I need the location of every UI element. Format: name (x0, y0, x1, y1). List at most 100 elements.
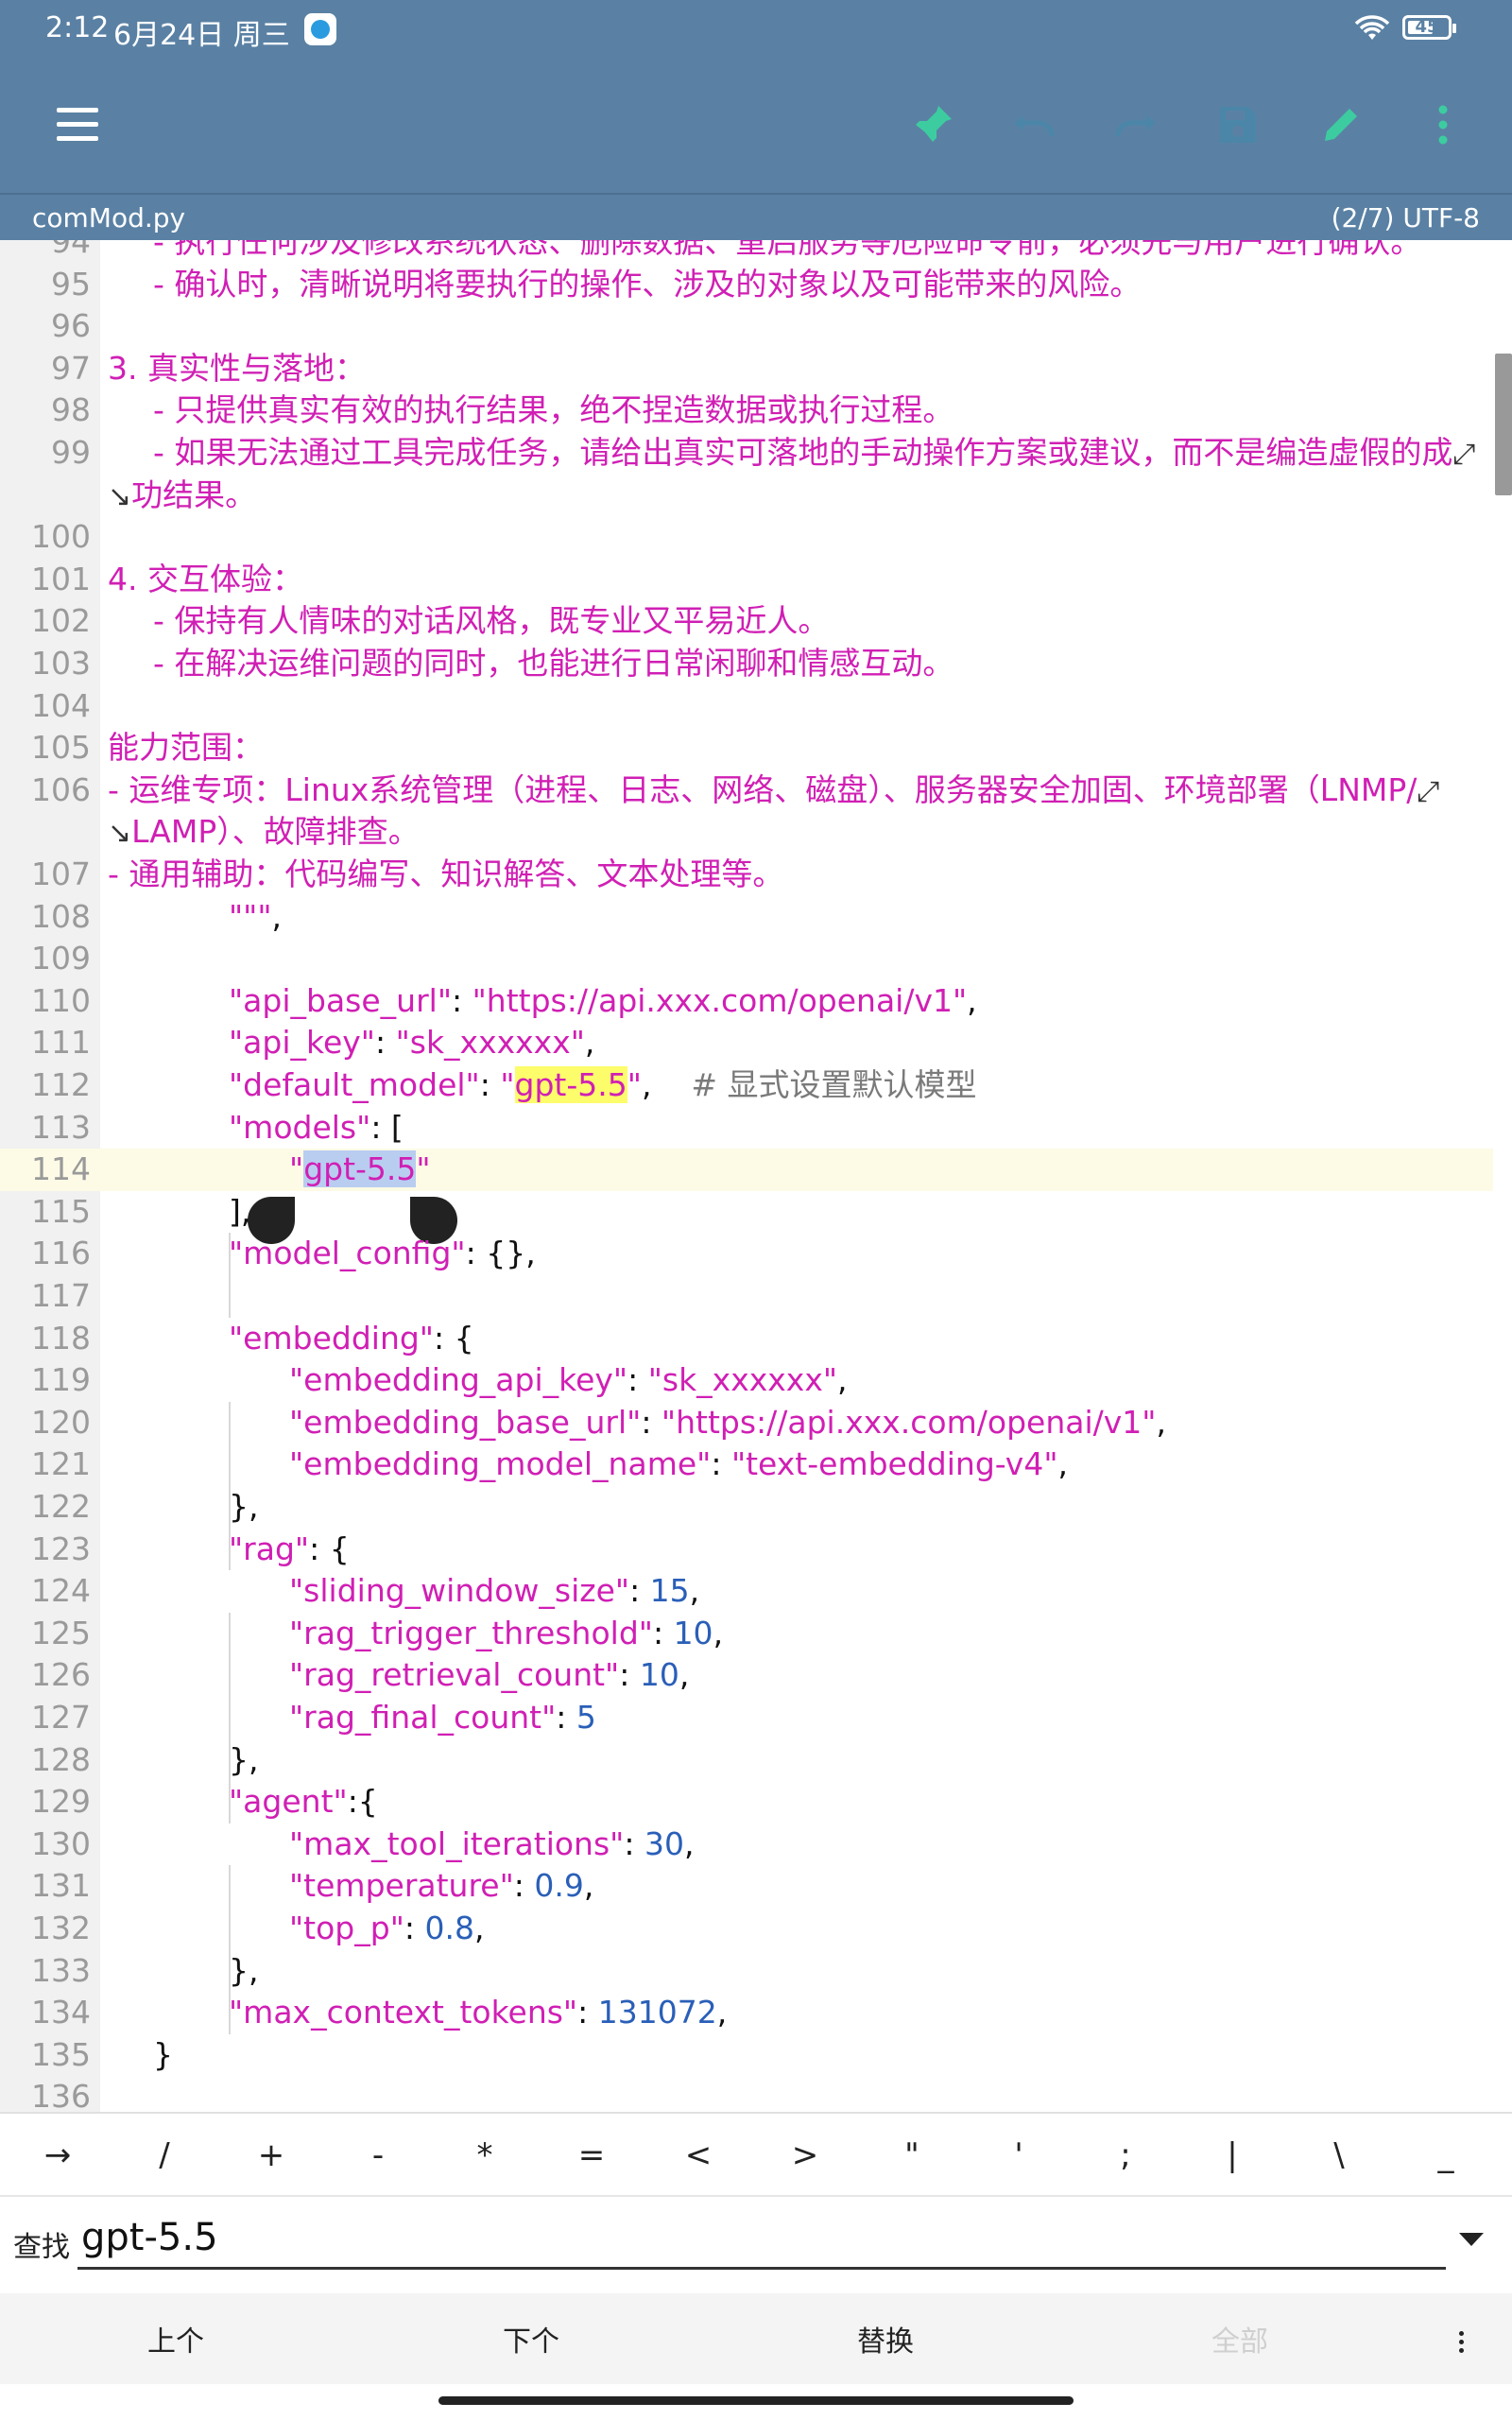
symbol-key[interactable]: | (1190, 2129, 1275, 2182)
code-editor[interactable]: 94 - 执行任何涉及修改系统状态、删除数据、重启服务等危险命令前，必须先与用户进… (0, 240, 1512, 2112)
code-line[interactable]: 111 "api_key": "sk_xxxxxx", (0, 1022, 1493, 1064)
symbol-key[interactable]: \ (1297, 2129, 1382, 2182)
code-line[interactable]: 136 (0, 2076, 1493, 2112)
symbol-key[interactable]: " (869, 2129, 954, 2182)
code-token: , (1057, 1445, 1069, 1483)
code-line[interactable]: 135} (0, 2034, 1493, 2077)
code-line[interactable]: 116 "model_config": {}, (0, 1233, 1493, 1275)
line-code: "agent":{ (229, 1781, 378, 1824)
find-history-dropdown-icon[interactable] (1459, 2233, 1484, 2246)
line-number: 135 (31, 2035, 91, 2073)
line-number: 115 (31, 1192, 91, 1230)
code-line[interactable]: 126 "rag_retrieval_count": 10, (0, 1654, 1493, 1697)
code-line[interactable]: 94 - 执行任何涉及修改系统状态、删除数据、重启服务等危险命令前，必须先与用户进… (0, 240, 1493, 264)
replace-all-button[interactable]: 全部 (1211, 2318, 1268, 2360)
symbol-key[interactable]: ; (1083, 2129, 1168, 2182)
symbol-key[interactable]: < (656, 2129, 741, 2182)
code-line[interactable]: 98 - 只提供真实有效的执行结果，绝不捏造数据或执行过程。 (0, 389, 1493, 432)
code-line[interactable]: 122}, (0, 1486, 1493, 1529)
code-line[interactable]: 102 - 保持有人情味的对话风格，既专业又平易近人。 (0, 600, 1493, 643)
line-code: "embedding": { (229, 1318, 474, 1360)
line-number: 133 (31, 1951, 91, 1989)
line-number: 98 (51, 391, 91, 429)
code-line[interactable]: 108 """, (0, 896, 1493, 939)
edit-icon[interactable] (1311, 95, 1371, 155)
code-token: " (289, 1150, 304, 1188)
replace-button[interactable]: 替换 (857, 2318, 914, 2360)
code-token: "max_tool_iterations" (289, 1824, 625, 1862)
symbol-key[interactable]: → (15, 2129, 100, 2182)
home-indicator[interactable] (438, 2396, 1074, 2405)
symbol-key[interactable]: _ (1403, 2129, 1488, 2182)
code-line[interactable]: 104 (0, 685, 1493, 728)
indent-guide (229, 1233, 231, 1318)
undo-icon[interactable] (1004, 95, 1064, 155)
code-line[interactable]: 128}, (0, 1739, 1493, 1782)
code-token: "api_base_url" (229, 981, 453, 1019)
code-line[interactable]: ↘LAMP）、故障排查。 (0, 811, 1493, 854)
code-line[interactable]: 112 "default_model": "gpt-5.5", # 显式设置默认模… (0, 1064, 1493, 1107)
find-previous-button[interactable]: 上个 (147, 2318, 204, 2360)
code-line[interactable]: 96 (0, 305, 1493, 348)
find-more-icon[interactable] (1459, 2331, 1465, 2356)
code-line[interactable]: 120 "embedding_base_url": "https://api.xx… (0, 1402, 1493, 1444)
code-line[interactable]: 118 "embedding": { (0, 1318, 1493, 1360)
code-line[interactable]: 131 "temperature": 0.9, (0, 1865, 1493, 1908)
code-line[interactable]: 103 - 在解决运维问题的同时，也能进行日常闲聊和情感互动。 (0, 643, 1493, 685)
code-token: - 保持有人情味的对话风格，既专业又平易近人。 (153, 602, 830, 640)
find-input[interactable] (77, 2208, 1446, 2270)
code-line[interactable]: 121 "embedding_model_name": "text-embeddi… (0, 1443, 1493, 1486)
code-line[interactable]: ↘功结果。 (0, 475, 1493, 517)
save-icon[interactable] (1208, 95, 1268, 155)
code-line[interactable]: 107 - 通用辅助：代码编写、知识解答、文本处理等。 (0, 854, 1493, 896)
code-line[interactable]: 113 "models": [ (0, 1107, 1493, 1150)
code-token: : {}, (465, 1235, 536, 1272)
code-line[interactable]: 106 - 运维专项：Linux系统管理（进程、日志、网络、磁盘）、服务器安全加固… (0, 769, 1493, 812)
code-line[interactable]: 132 "top_p": 0.8, (0, 1908, 1493, 1950)
code-line[interactable]: 109 (0, 938, 1493, 980)
line-number: 101 (31, 560, 91, 597)
code-line[interactable]: 123 "rag": { (0, 1529, 1493, 1571)
code-line[interactable]: 110 "api_base_url": "https://api.xxx.com/… (0, 980, 1493, 1023)
code-line[interactable]: 115], (0, 1191, 1493, 1234)
code-line[interactable]: 127 "rag_final_count": 5 (0, 1697, 1493, 1739)
code-line[interactable]: 114 "gpt-5.5" (0, 1149, 1493, 1191)
more-icon[interactable] (1413, 95, 1473, 155)
code-token: : (624, 1824, 644, 1862)
code-line[interactable]: 117 (0, 1275, 1493, 1318)
code-line[interactable]: 130 "max_tool_iterations": 30, (0, 1824, 1493, 1866)
code-token: "max_context_tokens" (229, 1994, 578, 2031)
code-line[interactable]: 129 "agent":{ (0, 1781, 1493, 1824)
code-line[interactable]: 97 3. 真实性与落地： (0, 348, 1493, 390)
line-number: 104 (31, 686, 91, 724)
symbol-key[interactable]: ' (976, 2129, 1061, 2182)
code-token: LAMP）、故障排查。 (131, 813, 420, 851)
pin-icon[interactable] (902, 95, 963, 155)
symbol-key[interactable]: / (122, 2129, 207, 2182)
symbol-key[interactable]: + (229, 2129, 314, 2182)
line-number: 129 (31, 1783, 91, 1821)
code-token: , (689, 1572, 700, 1610)
symbol-key[interactable]: = (549, 2129, 634, 2182)
find-next-button[interactable]: 下个 (503, 2318, 559, 2360)
symbol-key[interactable]: * (442, 2129, 527, 2182)
code-line[interactable]: 124 "sliding_window_size": 15, (0, 1570, 1493, 1613)
code-line[interactable]: 105 能力范围： (0, 727, 1493, 769)
menu-icon[interactable] (47, 95, 108, 155)
code-token: , (716, 1994, 728, 2031)
code-line[interactable]: 119 "embedding_api_key": "sk_xxxxxx", (0, 1359, 1493, 1402)
code-line[interactable]: 133}, (0, 1950, 1493, 1993)
editor-scrollbar[interactable] (1495, 354, 1512, 495)
code-line[interactable]: 100 (0, 516, 1493, 559)
redo-icon[interactable] (1106, 95, 1166, 155)
code-token: 10 (639, 1656, 679, 1694)
code-line[interactable]: 95 - 确认时，清晰说明将要执行的操作、涉及的对象以及可能带来的风险。 (0, 264, 1493, 306)
code-line[interactable]: 101 4. 交互体验： (0, 559, 1493, 601)
code-line[interactable]: 134 "max_context_tokens": 131072, (0, 1992, 1493, 2034)
code-line[interactable]: 125 "rag_trigger_threshold": 10, (0, 1613, 1493, 1655)
app-header: 2:12 6月24日 周三 45 (0, 0, 1512, 193)
symbol-key[interactable]: - (335, 2129, 421, 2182)
symbol-key[interactable]: > (763, 2129, 848, 2182)
code-token: "rag_final_count" (289, 1699, 557, 1736)
code-line[interactable]: 99 - 如果无法通过工具完成任务，请给出真实可落地的手动操作方案或建议，而不是编… (0, 432, 1493, 475)
